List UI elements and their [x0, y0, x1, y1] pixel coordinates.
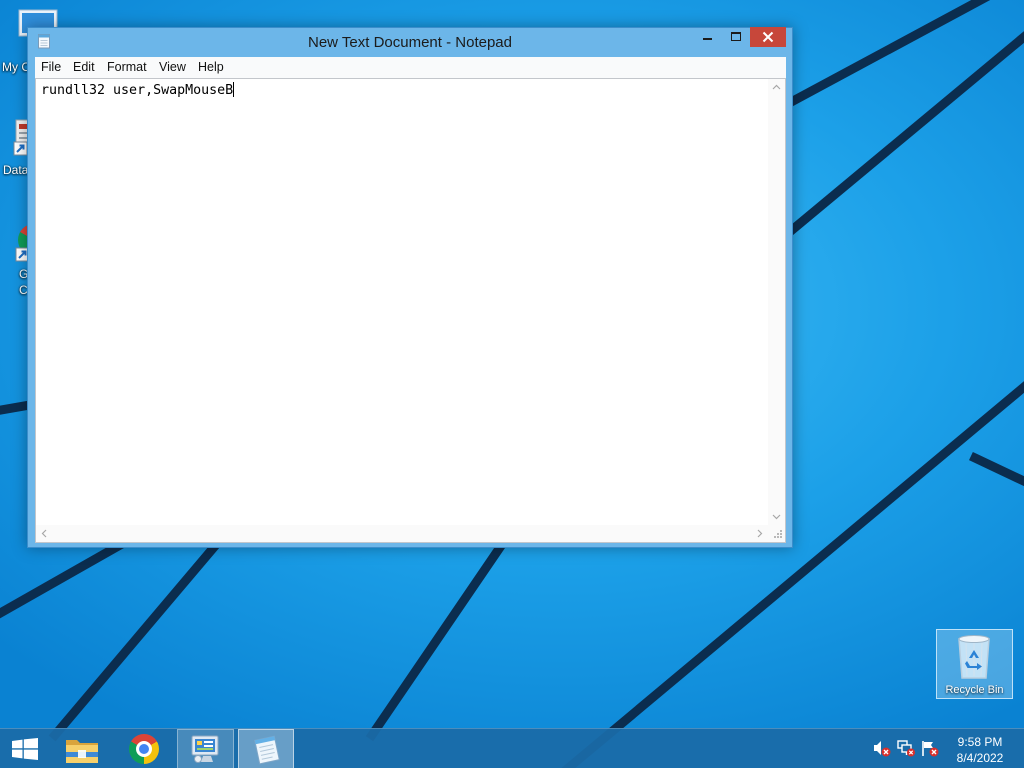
menu-bar: File Edit Format View Help: [35, 57, 786, 78]
maximize-icon: [731, 32, 741, 41]
menu-edit[interactable]: Edit: [73, 57, 95, 78]
close-icon: [762, 31, 774, 43]
taskbar-notepad[interactable]: [238, 729, 294, 768]
desktop-icon-recycle-bin[interactable]: Recycle Bin: [936, 629, 1013, 699]
wallpaper-stripe: [0, 538, 127, 619]
editor-text: rundll32 user,SwapMouseB: [41, 83, 234, 98]
text-caret: [233, 82, 235, 97]
scroll-down-icon[interactable]: [768, 508, 785, 525]
recycle-bin-label: Recycle Bin: [945, 684, 1004, 696]
network-error-icon[interactable]: [897, 740, 915, 757]
wallpaper-stripe: [773, 31, 1024, 247]
editor-textarea[interactable]: rundll32 user,SwapMouseB: [35, 78, 786, 543]
taskbar: 9:58 PM 8/4/2022: [0, 728, 1024, 768]
desktop-icon-label: My C: [2, 60, 30, 74]
scroll-left-icon[interactable]: [36, 525, 53, 542]
desktop-icon-label: Data: [3, 163, 29, 177]
menu-file[interactable]: File: [41, 57, 61, 78]
menu-help[interactable]: Help: [198, 57, 224, 78]
taskbar-chrome[interactable]: [122, 729, 166, 768]
close-button[interactable]: [750, 27, 786, 47]
menu-format[interactable]: Format: [107, 57, 147, 78]
control-panel-icon: [191, 735, 219, 763]
vertical-scrollbar[interactable]: [768, 79, 785, 525]
notepad-window[interactable]: New Text Document - Notepad File Edit Fo…: [27, 27, 793, 548]
wallpaper-stripe: [365, 533, 512, 742]
minimize-icon: [703, 38, 712, 40]
recycle-bin-icon: [958, 635, 990, 679]
windows-logo-icon: [12, 738, 38, 760]
title-bar[interactable]: New Text Document - Notepad: [28, 27, 792, 57]
horizontal-scrollbar[interactable]: [36, 525, 768, 542]
size-grip[interactable]: [768, 525, 785, 542]
wallpaper-stripe: [969, 452, 1024, 487]
taskbar-file-explorer[interactable]: [60, 729, 104, 768]
start-button[interactable]: [0, 729, 50, 768]
clock-time[interactable]: 9:58 PM: [945, 735, 1015, 750]
scroll-up-icon[interactable]: [768, 79, 785, 96]
maximize-button[interactable]: [722, 27, 750, 47]
action-center-alert-icon[interactable]: [921, 740, 939, 757]
chrome-icon: [129, 734, 159, 764]
menu-view[interactable]: View: [159, 57, 186, 78]
size-grip-icon: [774, 530, 782, 538]
editor-line: rundll32 user,SwapMouseB: [41, 82, 235, 99]
file-explorer-icon: [66, 740, 98, 763]
window-title: New Text Document - Notepad: [308, 34, 512, 51]
volume-muted-icon[interactable]: [873, 740, 891, 757]
notepad-icon: [254, 735, 280, 765]
scroll-right-icon[interactable]: [751, 525, 768, 542]
wallpaper-stripe: [0, 399, 36, 415]
taskbar-control-panel[interactable]: [177, 729, 234, 768]
clock-date[interactable]: 8/4/2022: [945, 751, 1015, 766]
minimize-button[interactable]: [693, 27, 722, 47]
